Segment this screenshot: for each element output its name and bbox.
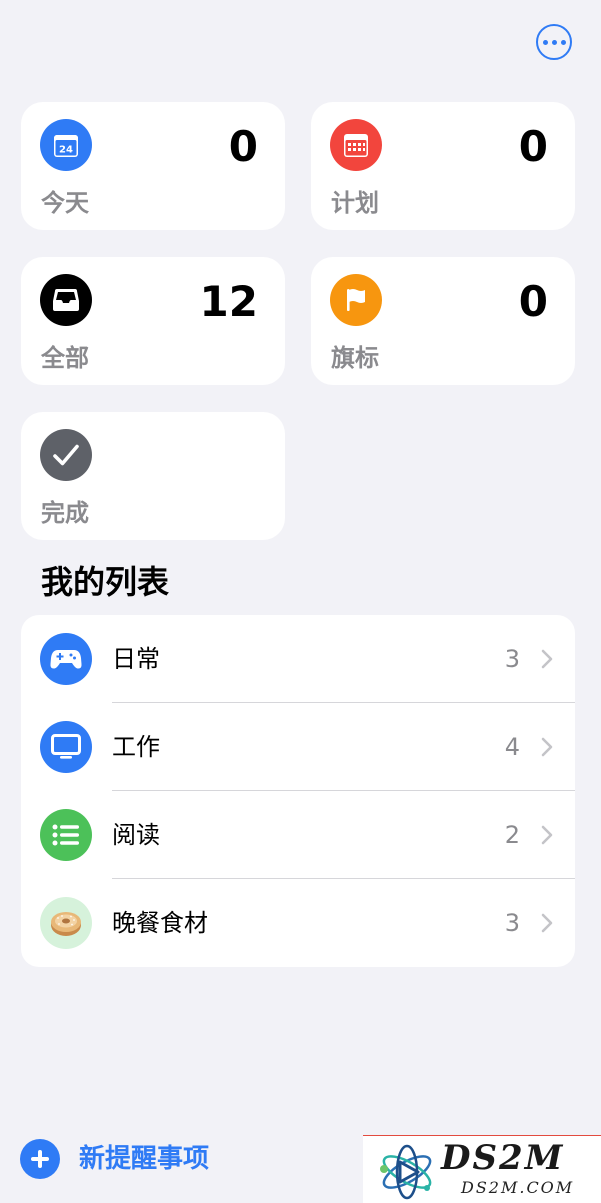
chevron-right-icon	[541, 737, 553, 757]
today-label: 今天	[41, 189, 89, 217]
list-item-count: 3	[504, 645, 520, 673]
list-item-name: 工作	[112, 733, 160, 761]
smart-list-today[interactable]: 24 0 今天	[21, 102, 285, 230]
more-options-button[interactable]	[536, 24, 572, 60]
smart-list-scheduled[interactable]: 0 计划	[311, 102, 575, 230]
watermark-logo: DS2M DS2M.COM	[363, 1135, 601, 1203]
flag-icon	[330, 274, 382, 326]
calendar-grid-icon	[330, 119, 382, 171]
all-count: 12	[199, 277, 258, 326]
chevron-right-icon	[541, 913, 553, 933]
my-lists-card: 日常 3 工作 4 阅读 2 晚餐食材 3	[21, 615, 575, 967]
smart-list-all[interactable]: 12 全部	[21, 257, 285, 385]
watermark-title: DS2M	[441, 1138, 565, 1178]
list-item-name: 日常	[112, 645, 160, 673]
checkmark-icon	[40, 429, 92, 481]
smart-list-flagged[interactable]: 0 旗标	[311, 257, 575, 385]
completed-label: 完成	[41, 499, 89, 527]
list-item-name: 阅读	[112, 821, 160, 849]
gamecontroller-icon	[40, 633, 92, 685]
display-icon	[40, 721, 92, 773]
today-count: 0	[228, 122, 258, 171]
ellipsis-dot	[560, 39, 566, 45]
list-bullet-icon	[40, 809, 92, 861]
chevron-right-icon	[541, 649, 553, 669]
calendar-day-text: 24	[59, 145, 73, 156]
list-item-count: 3	[504, 909, 520, 937]
calendar-today-icon: 24	[40, 119, 92, 171]
ellipsis-dot	[542, 39, 548, 45]
list-item-count: 2	[504, 821, 520, 849]
tray-icon	[40, 274, 92, 326]
list-item[interactable]: 阅读 2	[21, 791, 575, 879]
scheduled-count: 0	[518, 122, 548, 171]
watermark-subtitle: DS2M.COM	[461, 1178, 575, 1197]
list-item[interactable]: 工作 4	[21, 703, 575, 791]
list-item-count: 4	[504, 733, 520, 761]
flagged-label: 旗标	[331, 344, 379, 372]
new-reminder-button[interactable]: 新提醒事项	[20, 1137, 209, 1181]
flagged-count: 0	[518, 277, 548, 326]
list-item[interactable]: 日常 3	[21, 615, 575, 703]
new-reminder-label: 新提醒事项	[79, 1144, 210, 1174]
chevron-right-icon	[541, 825, 553, 845]
scheduled-label: 计划	[331, 189, 379, 217]
bagel-emoji-icon	[40, 897, 92, 949]
my-lists-heading: 我的列表	[41, 563, 170, 601]
list-item-name: 晚餐食材	[112, 909, 208, 937]
all-label: 全部	[41, 344, 89, 372]
list-item[interactable]: 晚餐食材 3	[21, 879, 575, 967]
smart-list-completed[interactable]: 完成	[21, 412, 285, 540]
plus-circle-icon	[20, 1139, 60, 1179]
atom-logo-icon	[380, 1144, 432, 1200]
ellipsis-dot	[551, 39, 557, 45]
